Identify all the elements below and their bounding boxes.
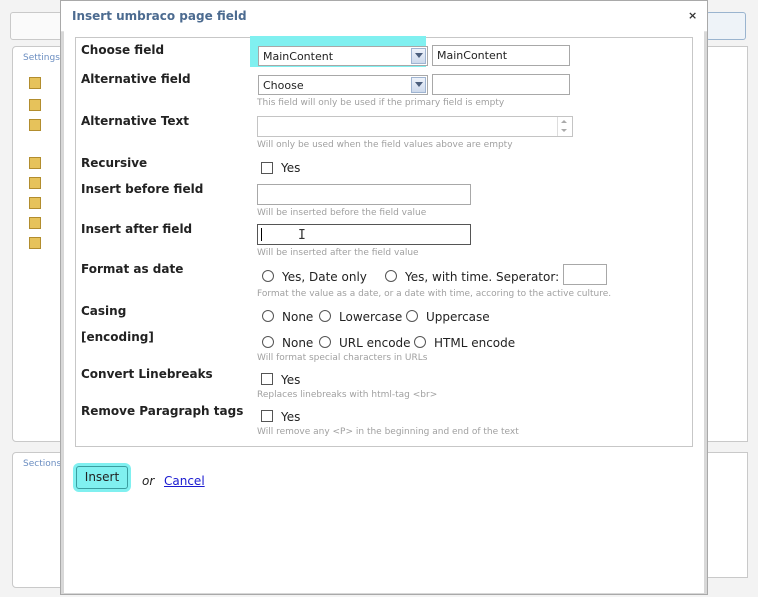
background-toolbar [10, 12, 67, 40]
remove-paragraph-label: Remove Paragraph tags [81, 404, 244, 418]
encoding-html-radio[interactable] [414, 336, 426, 348]
format-date-only-label: Yes, Date only [282, 270, 367, 284]
alternative-text-input[interactable] [257, 116, 573, 137]
encoding-html-label: HTML encode [434, 336, 516, 350]
encoding-url-radio[interactable] [319, 336, 331, 348]
casing-lowercase-radio[interactable] [319, 310, 331, 322]
encoding-none-radio[interactable] [262, 336, 274, 348]
background-tree-panel: Settings [12, 46, 66, 442]
insert-button[interactable]: Insert [76, 466, 128, 489]
remove-paragraph-option-label: Yes [281, 410, 301, 424]
date-separator-input[interactable] [563, 264, 607, 285]
folder-icon [27, 175, 57, 189]
casing-label: Casing [81, 304, 127, 318]
alternative-field-hint: This field will only be used if the prim… [257, 98, 505, 108]
chevron-down-icon [411, 48, 426, 64]
insert-page-field-dialog: Insert umbraco page field × Choose field… [60, 0, 708, 595]
casing-none-radio[interactable] [262, 310, 274, 322]
folder-icon [27, 195, 57, 209]
convert-linebreaks-checkbox[interactable] [261, 373, 273, 385]
insert-after-hint: Will be inserted after the field value [257, 248, 419, 258]
insert-before-input[interactable] [257, 184, 471, 205]
choose-field-input-value: MainContent [437, 49, 508, 62]
alternative-field-select[interactable]: Choose [258, 75, 428, 95]
alternative-text-hint: Will only be used when the field values … [257, 140, 513, 150]
chevron-down-icon [411, 77, 426, 93]
casing-lowercase-label: Lowercase [339, 310, 403, 324]
format-with-time-radio[interactable] [385, 270, 397, 282]
text-caret [261, 228, 262, 241]
folder-icon [27, 117, 57, 131]
encoding-hint: Will format special characters in URLs [257, 353, 428, 363]
format-date-only-radio[interactable] [262, 270, 274, 282]
convert-linebreaks-label: Convert Linebreaks [81, 367, 213, 381]
background-right-panel [706, 46, 748, 442]
folder-icon [27, 97, 57, 111]
alternative-text-label: Alternative Text [81, 114, 190, 128]
dialog-body: Choose field MainContent MainContent Alt… [64, 31, 704, 593]
alternative-field-selected: Choose [263, 79, 304, 92]
format-with-time-label: Yes, with time. Seperator: : [405, 270, 567, 284]
field-settings-form: Choose field MainContent MainContent Alt… [75, 36, 693, 447]
casing-uppercase-radio[interactable] [406, 310, 418, 322]
choose-field-input[interactable]: MainContent [432, 45, 570, 66]
folder-icon [27, 75, 57, 89]
background-sections-panel: Sections [12, 452, 66, 588]
insert-after-label: Insert after field [81, 222, 193, 236]
convert-linebreaks-option-label: Yes [281, 373, 301, 387]
remove-paragraph-hint: Will remove any <P> in the beginning and… [257, 427, 519, 437]
dialog-header: Insert umbraco page field × [61, 1, 707, 32]
remove-paragraph-checkbox[interactable] [261, 410, 273, 422]
background-sections-title: Sections [23, 459, 62, 469]
background-toolbar-right [706, 12, 746, 40]
encoding-label: [encoding] [81, 330, 154, 344]
folder-icon [27, 235, 57, 249]
alternative-field-label: Alternative field [81, 72, 191, 86]
convert-linebreaks-hint: Replaces linebreaks with html-tag <br> [257, 390, 438, 400]
choose-field-selected: MainContent [263, 50, 334, 63]
dialog-title: Insert umbraco page field [72, 9, 247, 23]
background-right-panel-lower [706, 452, 748, 578]
or-separator: or [142, 474, 155, 488]
folder-icon [27, 215, 57, 229]
alternative-field-input[interactable] [432, 74, 570, 95]
folder-icon [27, 155, 57, 169]
recursive-option-label: Yes [281, 161, 301, 175]
insert-before-hint: Will be inserted before the field value [257, 208, 427, 218]
recursive-label: Recursive [81, 156, 148, 170]
close-icon[interactable]: × [688, 9, 697, 22]
format-as-date-label: Format as date [81, 262, 184, 276]
cancel-link[interactable]: Cancel [164, 474, 205, 488]
format-as-date-hint: Format the value as a date, or a date wi… [257, 289, 612, 299]
insert-after-input[interactable] [257, 224, 471, 245]
choose-field-select[interactable]: MainContent [258, 46, 428, 66]
encoding-url-label: URL encode [339, 336, 411, 350]
recursive-checkbox[interactable] [261, 162, 273, 174]
scroll-arrows-icon[interactable] [557, 117, 572, 136]
ibeam-cursor-icon: I [298, 228, 306, 243]
background-panel-title: Settings [23, 53, 60, 63]
casing-uppercase-label: Uppercase [426, 310, 490, 324]
casing-none-label: None [282, 310, 314, 324]
insert-before-label: Insert before field [81, 182, 204, 196]
encoding-none-label: None [282, 336, 314, 350]
choose-field-label: Choose field [81, 43, 165, 57]
